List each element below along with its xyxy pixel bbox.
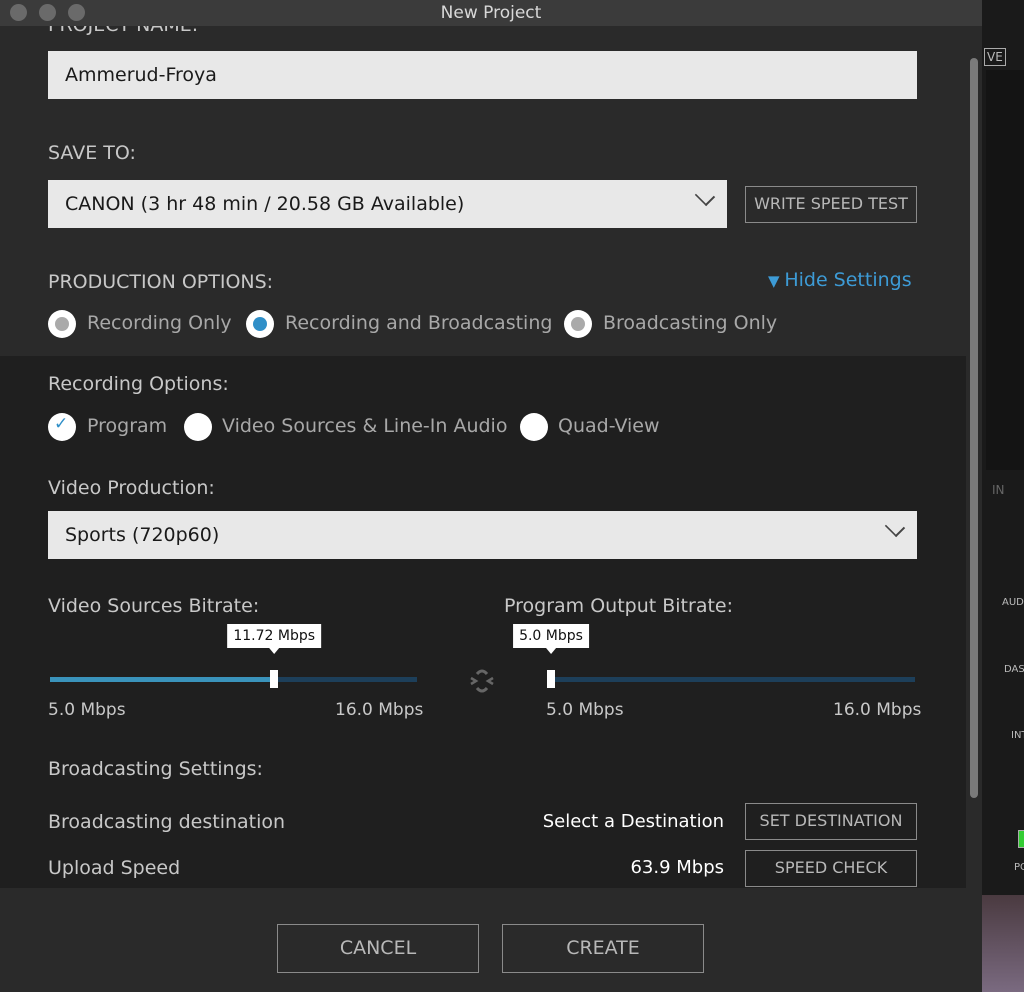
bg-video-thumbnail [982,895,1024,992]
speed-check-button[interactable]: SPEED CHECK [745,850,917,887]
checkbox-quad-view[interactable] [520,413,548,441]
triangle-down-icon: ▼ [768,272,785,290]
hide-settings-link[interactable]: ▼ Hide Settings [768,269,912,291]
bg-aud-label: AUD [1002,597,1024,608]
bg-ve-label: VE [984,48,1006,66]
production-options-label: PRODUCTION OPTIONS: [48,271,274,293]
radio-recording-only[interactable] [48,310,76,338]
program-output-bitrate-slider[interactable]: 5.0 Mbps [513,624,915,688]
slider-thumb[interactable]: 5.0 Mbps [513,624,589,688]
checkmark-icon: ✓ [54,414,69,434]
settings-section: Recording Options: ✓ Program Video Sourc… [0,356,966,888]
video-production-dropdown[interactable]: Sports (720p60) [48,511,917,559]
chevron-down-icon [694,185,716,207]
save-to-dropdown[interactable]: CANON (3 hr 48 min / 20.58 GB Available) [48,180,727,228]
slider-fill [50,677,275,682]
bg-das-label: DAS [1004,664,1024,675]
checkbox-program[interactable]: ✓ [48,413,76,441]
bg-preview [986,70,1024,470]
program-output-bitrate-label: Program Output Bitrate: [504,595,734,617]
broadcasting-destination-value: Select a Destination [542,811,724,832]
checkbox-label: Video Sources & Line-In Audio [222,415,508,437]
upload-speed-value: 63.9 Mbps [630,857,724,878]
save-to-value: CANON (3 hr 48 min / 20.58 GB Available) [65,193,465,215]
checkbox-video-sources[interactable] [184,413,212,441]
checkbox-label: Quad-View [558,415,660,437]
link-icon[interactable] [467,666,497,696]
slider-value-tooltip: 5.0 Mbps [513,624,589,654]
slider-max-label: 16.0 Mbps [335,700,424,720]
save-to-label: SAVE TO: [48,142,136,164]
video-sources-bitrate-label: Video Sources Bitrate: [48,595,260,617]
write-speed-test-button[interactable]: WRITE SPEED TEST [745,186,917,223]
video-production-label: Video Production: [48,477,215,499]
background-app: VE IN AUD DAS INT PO [982,0,1024,992]
radio-label: Recording Only [87,312,232,334]
broadcasting-settings-label: Broadcasting Settings: [48,758,263,780]
cancel-button[interactable]: CANCEL [277,924,479,973]
new-project-dialog: PROJECT NAME: Ammerud-Froya SAVE TO: CAN… [0,26,982,992]
checkbox-label: Program [87,415,168,437]
radio-label: Recording and Broadcasting [285,312,553,334]
slider-thumb[interactable]: 11.72 Mbps [227,624,322,688]
radio-recording-and-broadcasting[interactable] [246,310,274,338]
scrollbar[interactable] [970,58,978,798]
broadcasting-destination-label: Broadcasting destination [48,811,286,833]
set-destination-button[interactable]: SET DESTINATION [745,803,917,840]
slider-max-label: 16.0 Mbps [833,700,922,720]
radio-broadcasting-only[interactable] [564,310,592,338]
bg-int-label: INT [1011,730,1024,741]
bg-in-label: IN [992,483,1005,497]
slider-min-label: 5.0 Mbps [546,700,624,720]
dialog-footer: CANCEL CREATE [0,888,982,992]
upload-speed-label: Upload Speed [48,857,181,879]
radio-label: Broadcasting Only [603,312,778,334]
general-section: PROJECT NAME: Ammerud-Froya SAVE TO: CAN… [0,26,966,356]
window-title: New Project [440,3,542,23]
recording-options-label: Recording Options: [48,373,229,395]
video-production-value: Sports (720p60) [65,524,220,546]
title-bar: New Project [0,0,982,26]
bg-po-label: PO [1014,862,1024,873]
project-name-input[interactable]: Ammerud-Froya [48,51,917,99]
video-sources-bitrate-slider[interactable]: 11.72 Mbps [50,624,417,688]
project-name-label: PROJECT NAME: [48,26,198,36]
slider-min-label: 5.0 Mbps [48,700,126,720]
bg-green-indicator [1018,830,1024,848]
chevron-down-icon [884,516,906,538]
slider-value-tooltip: 11.72 Mbps [227,624,322,654]
hide-settings-label: Hide Settings [784,269,912,291]
create-button[interactable]: CREATE [502,924,704,973]
